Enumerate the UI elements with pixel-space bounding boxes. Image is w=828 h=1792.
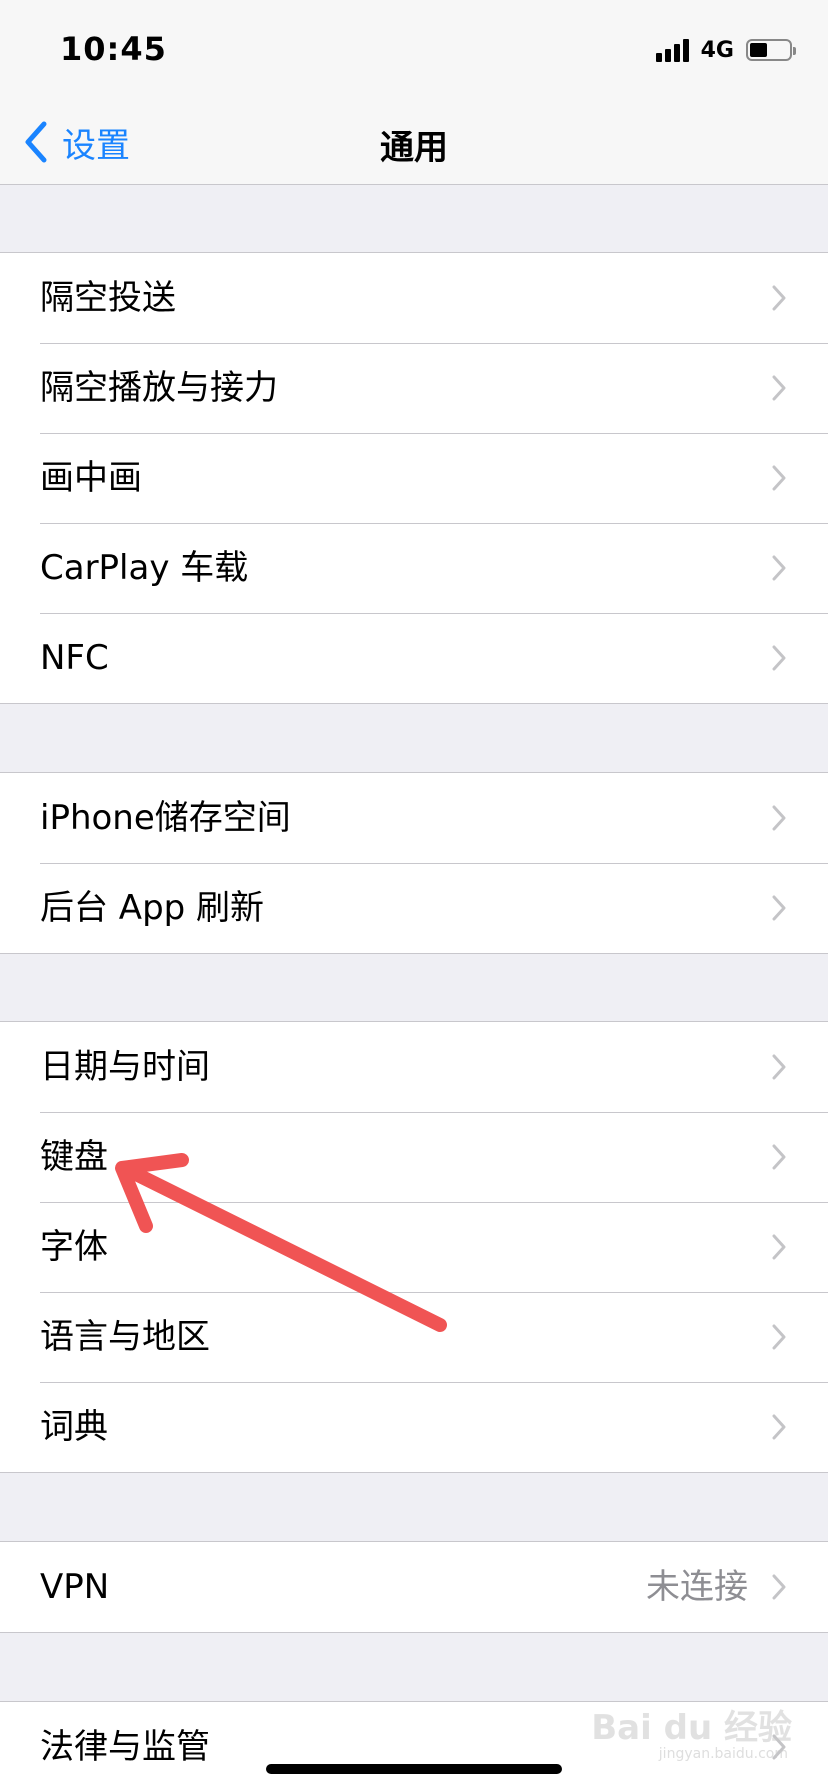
settings-group-vpn: VPN 未连接 bbox=[0, 1541, 828, 1633]
chevron-right-icon bbox=[772, 805, 786, 831]
page-title: 通用 bbox=[380, 128, 448, 168]
settings-group-connectivity: 隔空投送 隔空播放与接力 画中画 CarPlay 车载 NFC bbox=[0, 252, 828, 704]
chevron-right-icon bbox=[772, 465, 786, 491]
row-label: 隔空投送 bbox=[40, 278, 176, 318]
row-language-region[interactable]: 语言与地区 bbox=[0, 1292, 828, 1382]
vpn-status: 未连接 bbox=[646, 1567, 748, 1607]
chevron-right-icon bbox=[772, 555, 786, 581]
watermark-logo: Bai du 经验 bbox=[591, 1708, 792, 1748]
chevron-right-icon bbox=[772, 1324, 786, 1350]
row-airplay-handoff[interactable]: 隔空播放与接力 bbox=[0, 343, 828, 433]
row-dictionary[interactable]: 词典 bbox=[0, 1382, 828, 1472]
row-airdrop[interactable]: 隔空投送 bbox=[0, 253, 828, 343]
status-time: 10:45 bbox=[60, 30, 167, 68]
watermark-url: jingyan.baidu.com bbox=[658, 1746, 788, 1762]
row-label: 画中画 bbox=[40, 458, 142, 498]
row-label: NFC bbox=[40, 638, 109, 678]
battery-icon bbox=[746, 39, 796, 61]
row-iphone-storage[interactable]: iPhone储存空间 bbox=[0, 773, 828, 863]
chevron-right-icon bbox=[772, 375, 786, 401]
battery-fill bbox=[750, 43, 767, 57]
signal-icon bbox=[655, 38, 689, 62]
row-label: 语言与地区 bbox=[40, 1317, 210, 1357]
row-label: iPhone储存空间 bbox=[40, 798, 291, 838]
chevron-right-icon bbox=[772, 1574, 786, 1600]
row-nfc[interactable]: NFC bbox=[0, 613, 828, 703]
chevron-right-icon bbox=[772, 1414, 786, 1440]
row-label: VPN bbox=[40, 1567, 110, 1607]
home-indicator[interactable] bbox=[266, 1764, 562, 1774]
chevron-right-icon bbox=[772, 1054, 786, 1080]
chevron-right-icon bbox=[772, 1144, 786, 1170]
row-date-time[interactable]: 日期与时间 bbox=[0, 1022, 828, 1112]
status-indicators: 4G bbox=[655, 36, 796, 64]
row-label: 字体 bbox=[40, 1227, 108, 1267]
navigation-bar: 设置 通用 bbox=[0, 100, 828, 185]
row-fonts[interactable]: 字体 bbox=[0, 1202, 828, 1292]
settings-group-storage: iPhone储存空间 后台 App 刷新 bbox=[0, 772, 828, 954]
chevron-right-icon bbox=[772, 645, 786, 671]
row-background-app-refresh[interactable]: 后台 App 刷新 bbox=[0, 863, 828, 953]
row-label: 日期与时间 bbox=[40, 1047, 210, 1087]
network-type: 4G bbox=[700, 37, 734, 63]
settings-group-locale: 日期与时间 键盘 字体 语言与地区 词典 bbox=[0, 1021, 828, 1473]
row-label: 键盘 bbox=[40, 1137, 108, 1177]
row-label: CarPlay 车载 bbox=[40, 548, 249, 588]
row-label: 词典 bbox=[40, 1407, 108, 1447]
row-picture-in-picture[interactable]: 画中画 bbox=[0, 433, 828, 523]
battery-cap bbox=[793, 47, 796, 55]
row-label: 法律与监管 bbox=[40, 1727, 210, 1767]
chevron-right-icon bbox=[772, 285, 786, 311]
row-carplay[interactable]: CarPlay 车载 bbox=[0, 523, 828, 613]
status-bar: 10:45 4G bbox=[0, 0, 828, 100]
chevron-right-icon bbox=[772, 1234, 786, 1260]
row-keyboard[interactable]: 键盘 bbox=[0, 1112, 828, 1202]
row-label: 后台 App 刷新 bbox=[40, 888, 265, 928]
row-vpn[interactable]: VPN 未连接 bbox=[0, 1542, 828, 1632]
chevron-right-icon bbox=[772, 895, 786, 921]
row-label: 隔空播放与接力 bbox=[40, 368, 278, 408]
